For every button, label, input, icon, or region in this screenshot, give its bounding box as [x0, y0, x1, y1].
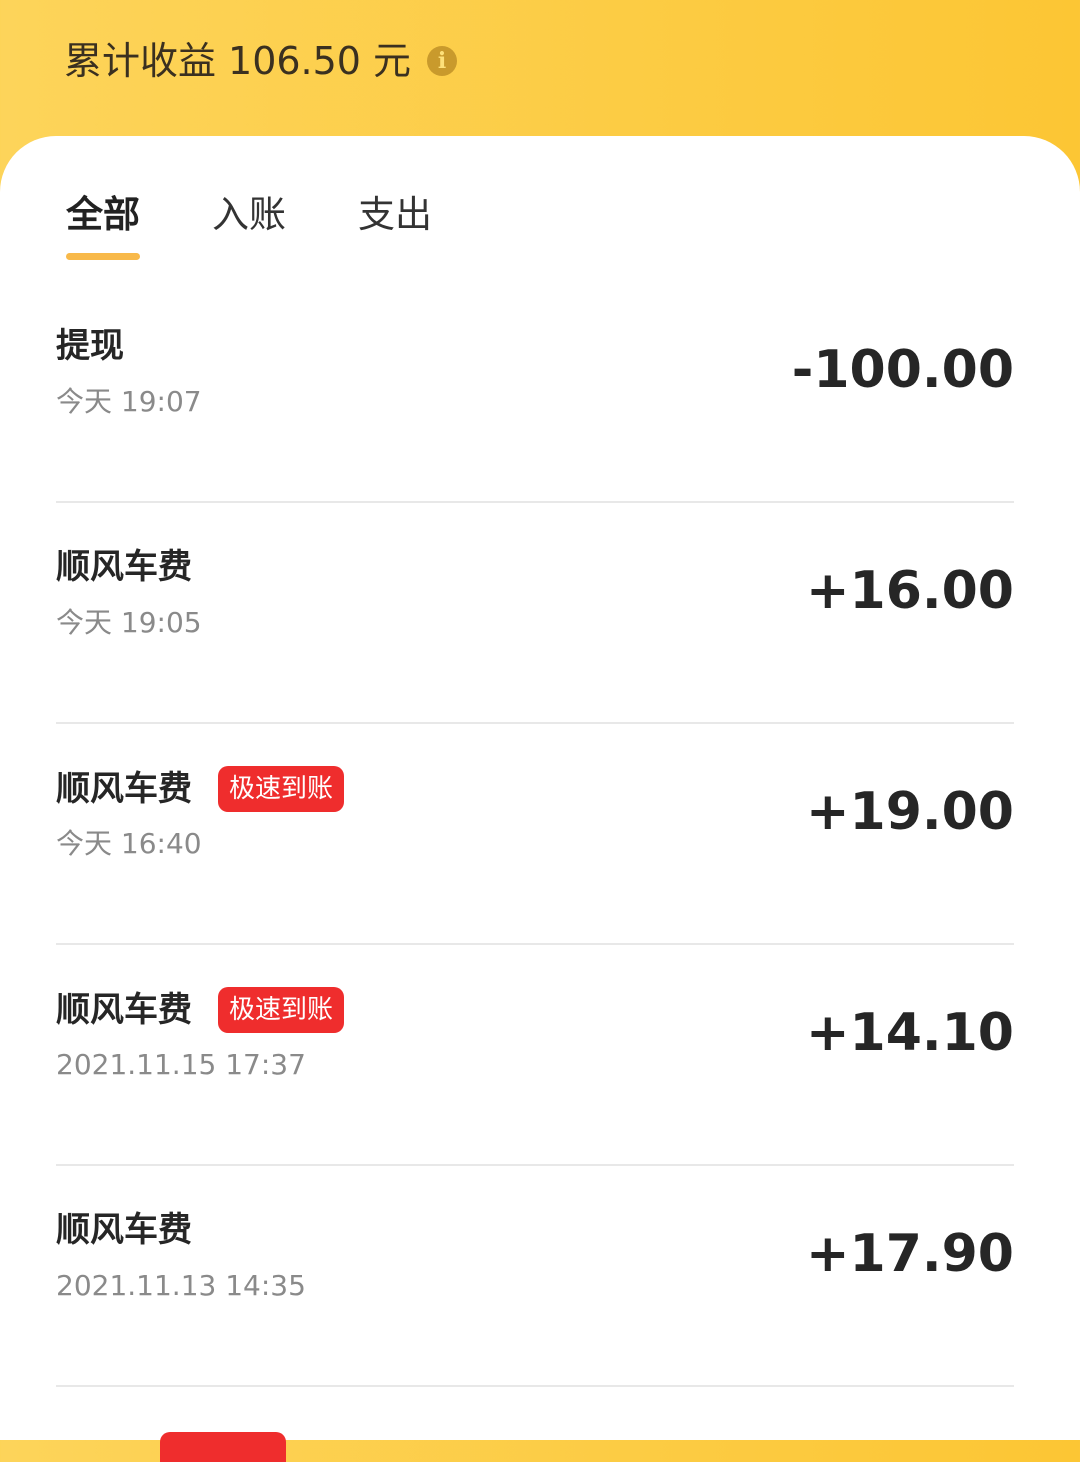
- tab-income-label: 入账: [212, 193, 286, 236]
- transaction-row[interactable]: 顺风车费 极速到账 今天 16:40 +19.00: [56, 724, 1014, 945]
- express-badge: 极速到账: [218, 766, 345, 812]
- transaction-amount: -100.00: [791, 340, 1014, 400]
- transaction-time: 今天 16:40: [56, 827, 202, 860]
- transaction-row[interactable]: 顺风车费 2021.11.13 14:35 +17.90: [56, 1166, 1014, 1387]
- active-tab-indicator: [66, 253, 140, 260]
- earnings-header: 累计收益 106.50 元 i: [0, 0, 1080, 150]
- transaction-title: 提现: [56, 326, 124, 366]
- info-icon[interactable]: i: [427, 46, 457, 76]
- filter-tabs: 全部 入账 支出: [66, 190, 432, 260]
- total-earnings-label: 累计收益: [64, 39, 217, 83]
- partial-next-row-badge: [160, 1432, 286, 1462]
- transaction-amount: +16.00: [805, 561, 1014, 621]
- transaction-title: 顺风车费: [56, 990, 192, 1030]
- transaction-row[interactable]: 提现 今天 19:07 -100.00: [56, 282, 1014, 503]
- tab-expense-label: 支出: [358, 193, 432, 236]
- express-badge: 极速到账: [218, 987, 345, 1033]
- transaction-row[interactable]: 顺风车费 今天 19:05 +16.00: [56, 503, 1014, 724]
- transaction-amount: +14.10: [805, 1003, 1014, 1063]
- transactions-card: 全部 入账 支出 提现 今天 19:07 -100.00 顺风车费 今天 19:…: [0, 136, 1080, 1462]
- transaction-time: 今天 19:05: [56, 606, 202, 639]
- transaction-time: 今天 19:07: [56, 385, 202, 418]
- transaction-title: 顺风车费: [56, 1210, 192, 1250]
- total-earnings-amount: 106.50: [228, 39, 361, 83]
- transaction-time: 2021.11.15 17:37: [56, 1048, 306, 1081]
- tab-income[interactable]: 入账: [212, 190, 286, 240]
- total-earnings-unit: 元: [372, 39, 411, 83]
- transaction-amount: +17.90: [805, 1224, 1014, 1284]
- transaction-title: 顺风车费: [56, 769, 192, 809]
- tab-all-label: 全部: [66, 193, 140, 236]
- total-earnings: 累计收益 106.50 元 i: [64, 36, 457, 86]
- tab-all[interactable]: 全部: [66, 190, 140, 260]
- transaction-list: 提现 今天 19:07 -100.00 顺风车费 今天 19:05 +16.00…: [56, 282, 1014, 1387]
- transaction-time: 2021.11.13 14:35: [56, 1269, 306, 1302]
- transaction-amount: +19.00: [805, 782, 1014, 842]
- transaction-row[interactable]: 顺风车费 极速到账 2021.11.15 17:37 +14.10: [56, 945, 1014, 1166]
- transaction-title: 顺风车费: [56, 547, 192, 587]
- tab-expense[interactable]: 支出: [358, 190, 432, 240]
